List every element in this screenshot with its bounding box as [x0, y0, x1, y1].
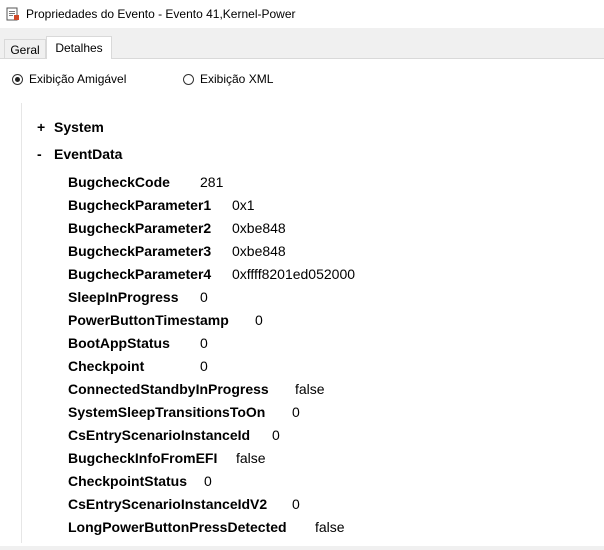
- data-key: CsEntryScenarioInstanceIdV2: [68, 496, 268, 512]
- title-bar[interactable]: Propriedades do Evento - Evento 41,Kerne…: [0, 0, 604, 28]
- data-value: 0: [292, 404, 300, 420]
- tree-node-label: EventData: [54, 146, 123, 162]
- details-panel: Exibição Amigável Exibição XML + System …: [0, 59, 604, 550]
- data-value: false: [315, 519, 345, 535]
- data-row: LongPowerButtonPressDetected false: [68, 517, 345, 537]
- view-mode-selector: Exibição Amigável Exibição XML: [0, 68, 604, 90]
- data-row: SystemSleepTransitionsToOn 0: [68, 402, 300, 422]
- data-row: BugcheckParameter1 0x1: [68, 195, 255, 215]
- tab-bar: Geral Detalhes: [0, 36, 604, 59]
- expand-toggle[interactable]: +: [37, 119, 54, 135]
- friendly-view-radio[interactable]: Exibição Amigável: [12, 72, 126, 86]
- data-row: PowerButtonTimestamp 0: [68, 310, 263, 330]
- data-key: BugcheckCode: [68, 174, 170, 190]
- data-key: ConnectedStandbyInProgress: [68, 381, 269, 397]
- data-key: LongPowerButtonPressDetected: [68, 519, 287, 535]
- xml-view-label: Exibição XML: [200, 72, 274, 86]
- radio-unselected-icon[interactable]: [183, 73, 194, 85]
- data-value: false: [295, 381, 325, 397]
- data-value: 0xffff8201ed052000: [232, 266, 356, 282]
- data-row: BugcheckParameter2 0xbe848: [68, 218, 286, 238]
- data-value: 0: [292, 496, 300, 512]
- tree-node-system[interactable]: + System: [37, 119, 104, 135]
- data-value: 0xbe848: [232, 243, 286, 259]
- tree-node-eventdata[interactable]: - EventData: [37, 146, 122, 162]
- data-row: BugcheckInfoFromEFI false: [68, 448, 266, 468]
- data-value: 0: [272, 427, 280, 443]
- friendly-view-label: Exibição Amigável: [29, 72, 127, 86]
- data-row: BugcheckParameter4 0xffff8201ed052000: [68, 264, 355, 284]
- window-title: Propriedades do Evento - Evento 41,Kerne…: [26, 7, 296, 21]
- event-details-content[interactable]: + System - EventData BugcheckCode 281 Bu…: [21, 103, 601, 543]
- panel-bottom-edge: [0, 546, 604, 550]
- tab-geral[interactable]: Geral: [4, 39, 46, 59]
- data-row: BugcheckParameter3 0xbe848: [68, 241, 286, 261]
- data-value: 0: [200, 289, 208, 305]
- tree-node-label: System: [54, 119, 104, 135]
- event-properties-window: Propriedades do Evento - Evento 41,Kerne…: [0, 0, 604, 550]
- event-viewer-icon: [6, 7, 20, 21]
- data-value: 0: [204, 473, 212, 489]
- data-value: 281: [200, 174, 224, 190]
- radio-selected-icon[interactable]: [12, 73, 23, 85]
- data-key: CheckpointStatus: [68, 473, 188, 489]
- data-key: BootAppStatus: [68, 335, 170, 351]
- data-row: BugcheckCode 281: [68, 172, 223, 192]
- collapse-toggle[interactable]: -: [37, 146, 54, 162]
- data-value: 0: [255, 312, 263, 328]
- data-value: 0: [200, 358, 208, 374]
- data-key: SystemSleepTransitionsToOn: [68, 404, 266, 420]
- tab-detalhes[interactable]: Detalhes: [46, 36, 112, 59]
- data-value: 0: [200, 335, 208, 351]
- data-key: PowerButtonTimestamp: [68, 312, 229, 328]
- data-row: CsEntryScenarioInstanceId 0: [68, 425, 280, 445]
- data-key: BugcheckInfoFromEFI: [68, 450, 218, 466]
- data-key: Checkpoint: [68, 358, 145, 374]
- data-row: BootAppStatus 0: [68, 333, 208, 353]
- data-row: SleepInProgress 0: [68, 287, 208, 307]
- data-value: 0xbe848: [232, 220, 286, 236]
- data-value: false: [236, 450, 266, 466]
- data-value: 0x1: [232, 197, 255, 213]
- data-row: Checkpoint 0: [68, 356, 208, 376]
- data-key: BugcheckParameter4: [68, 266, 212, 282]
- data-row: ConnectedStandbyInProgress false: [68, 379, 325, 399]
- data-key: BugcheckParameter3: [68, 243, 212, 259]
- data-row: CsEntryScenarioInstanceIdV2 0: [68, 494, 300, 514]
- data-key: BugcheckParameter1: [68, 197, 212, 213]
- data-key: BugcheckParameter2: [68, 220, 212, 236]
- xml-view-radio[interactable]: Exibição XML: [183, 72, 273, 86]
- data-key: CsEntryScenarioInstanceId: [68, 427, 251, 443]
- data-key: SleepInProgress: [68, 289, 179, 305]
- data-row: CheckpointStatus 0: [68, 471, 212, 491]
